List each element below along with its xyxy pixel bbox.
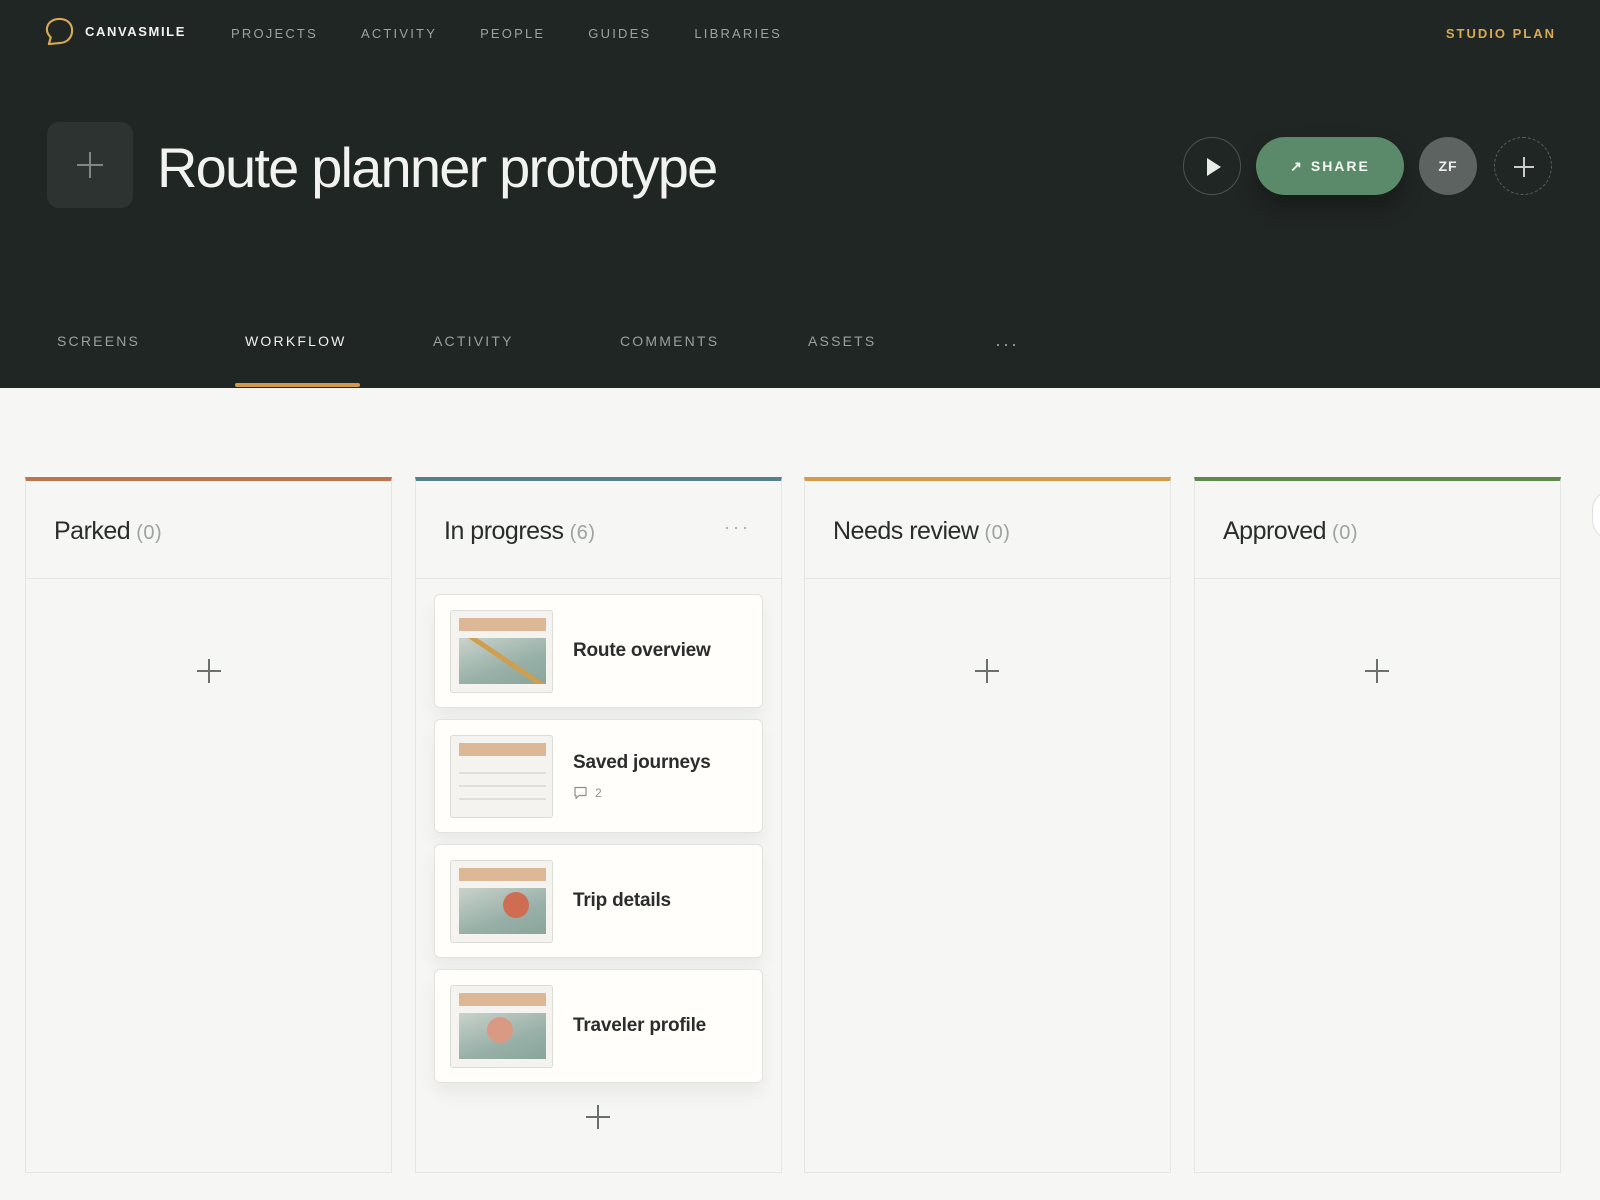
column-title-text: Parked <box>54 517 131 545</box>
comment-icon <box>574 786 587 800</box>
column-count: (6) <box>569 522 596 544</box>
nav-guides[interactable]: GUIDES <box>588 26 651 41</box>
column-in-progress: In progress (6) ··· Route overview Saved … <box>415 477 782 1173</box>
top-navigation: CANVASMILE PROJECTS ACTIVITY PEOPLE GUID… <box>0 0 1600 68</box>
column-title-text: In progress <box>444 517 564 545</box>
play-button[interactable] <box>1183 137 1241 195</box>
screen-thumbnail <box>450 610 553 693</box>
column-parked: Parked (0) <box>25 477 392 1173</box>
tab-comments[interactable]: COMMENTS <box>620 333 719 349</box>
column-title: Approved (0) <box>1223 517 1358 546</box>
add-card-button[interactable] <box>584 1103 612 1131</box>
column-count: (0) <box>984 522 1011 544</box>
card-title: Route overview <box>573 640 711 661</box>
arrow-up-right-icon: ↗ <box>1290 157 1304 174</box>
main-nav: PROJECTS ACTIVITY PEOPLE GUIDES LIBRARIE… <box>231 26 825 41</box>
add-project-button[interactable] <box>47 122 133 208</box>
column-header: Needs review (0) <box>805 481 1170 579</box>
project-title: Route planner prototype <box>157 136 718 199</box>
play-icon <box>1207 158 1221 176</box>
card-title: Trip details <box>573 890 671 911</box>
nav-libraries[interactable]: LIBRARIES <box>694 26 782 41</box>
share-button[interactable]: ↗ SHARE <box>1256 137 1404 195</box>
add-card-button[interactable] <box>973 657 1001 685</box>
column-needs-review: Needs review (0) <box>804 477 1171 1173</box>
scroll-right-handle[interactable] <box>1592 490 1600 540</box>
studio-plan-link[interactable]: STUDIO PLAN <box>1446 26 1556 41</box>
column-approved: Approved (0) <box>1194 477 1561 1173</box>
column-title-text: Needs review <box>833 517 979 545</box>
column-header: Parked (0) <box>26 481 391 579</box>
map-with-pin-image <box>459 888 546 934</box>
project-header: CANVASMILE PROJECTS ACTIVITY PEOPLE GUID… <box>0 0 1600 388</box>
column-header: Approved (0) <box>1195 481 1560 579</box>
active-tab-indicator <box>235 383 360 387</box>
screen-card-saved-journeys[interactable]: Saved journeys 2 <box>434 719 763 833</box>
profile-photo-image <box>459 1013 546 1059</box>
tab-screens[interactable]: SCREENS <box>57 333 140 349</box>
column-title-text: Approved <box>1223 517 1327 545</box>
nav-activity[interactable]: ACTIVITY <box>361 26 437 41</box>
nav-people[interactable]: PEOPLE <box>480 26 545 41</box>
screen-card-trip-details[interactable]: Trip details <box>434 844 763 958</box>
avatar[interactable]: ZF <box>1419 137 1477 195</box>
column-menu-button[interactable]: ··· <box>724 517 751 538</box>
column-title: Parked (0) <box>54 517 162 546</box>
column-title: Needs review (0) <box>833 517 1010 546</box>
tab-activity[interactable]: ACTIVITY <box>433 333 514 349</box>
nav-projects[interactable]: PROJECTS <box>231 26 318 41</box>
column-header: In progress (6) ··· <box>416 481 781 579</box>
screen-thumbnail <box>450 860 553 943</box>
add-card-button[interactable] <box>195 657 223 685</box>
share-label: SHARE <box>1310 158 1370 174</box>
tabs-more-button[interactable]: ··· <box>995 335 1019 353</box>
screen-thumbnail <box>450 735 553 818</box>
add-member-button[interactable] <box>1494 137 1552 195</box>
card-title: Saved journeys <box>573 752 711 773</box>
tab-workflow[interactable]: WORKFLOW <box>245 333 347 349</box>
column-count: (0) <box>1332 522 1358 544</box>
add-card-button[interactable] <box>1363 657 1391 685</box>
screen-thumbnail <box>450 985 553 1068</box>
card-title: Traveler profile <box>573 1015 707 1036</box>
comment-count-value: 2 <box>595 786 602 800</box>
app-logo[interactable]: CANVASMILE <box>44 16 186 47</box>
app-name: CANVASMILE <box>85 24 186 39</box>
map-with-route-image <box>459 638 546 684</box>
column-count: (0) <box>136 522 163 544</box>
logo-icon <box>45 17 74 46</box>
screen-card-traveler-profile[interactable]: Traveler profile <box>434 969 763 1083</box>
comment-count: 2 <box>573 786 602 800</box>
tab-assets[interactable]: ASSETS <box>808 333 876 349</box>
screen-card-route-overview[interactable]: Route overview <box>434 594 763 708</box>
column-title: In progress (6) <box>444 517 596 546</box>
